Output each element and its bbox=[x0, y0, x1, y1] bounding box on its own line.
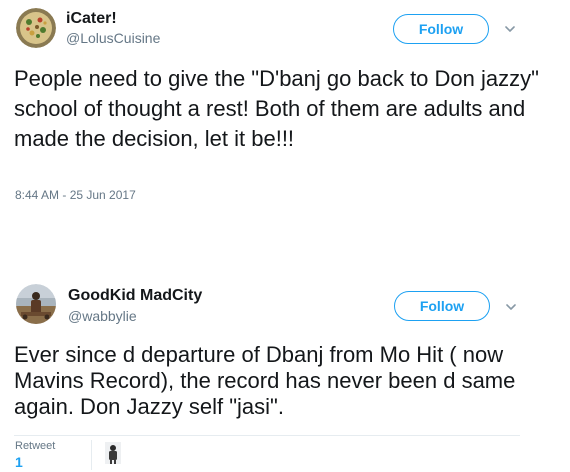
tweet-text: Ever since d departure of Dbanj from Mo … bbox=[14, 342, 516, 419]
stats-separator bbox=[91, 440, 92, 470]
retweet-label: Retweet bbox=[15, 440, 56, 452]
avatar[interactable] bbox=[16, 8, 56, 48]
display-name[interactable]: iCater! bbox=[66, 10, 117, 28]
avatar[interactable] bbox=[16, 284, 56, 324]
follow-button[interactable]: Follow bbox=[394, 291, 490, 321]
user-handle[interactable]: @wabbylie bbox=[68, 308, 137, 324]
chevron-down-icon[interactable] bbox=[504, 300, 518, 314]
tweet-text: People need to give the "D'banj go back … bbox=[14, 66, 539, 151]
chevron-down-icon[interactable] bbox=[503, 22, 517, 36]
divider bbox=[14, 435, 520, 436]
user-handle[interactable]: @LolusCuisine bbox=[66, 30, 160, 46]
tweet-card: iCater! @LolusCuisine Follow People need… bbox=[0, 0, 570, 250]
display-name[interactable]: GoodKid MadCity bbox=[68, 287, 202, 305]
follow-button[interactable]: Follow bbox=[393, 14, 489, 44]
retweet-count[interactable]: 1 bbox=[15, 454, 23, 470]
tweet-timestamp[interactable]: 8:44 AM - 25 Jun 2017 bbox=[15, 188, 136, 202]
retweeter-avatar[interactable] bbox=[105, 442, 121, 464]
tweet-card: GoodKid MadCity @wabbylie Follow Ever si… bbox=[0, 278, 570, 472]
